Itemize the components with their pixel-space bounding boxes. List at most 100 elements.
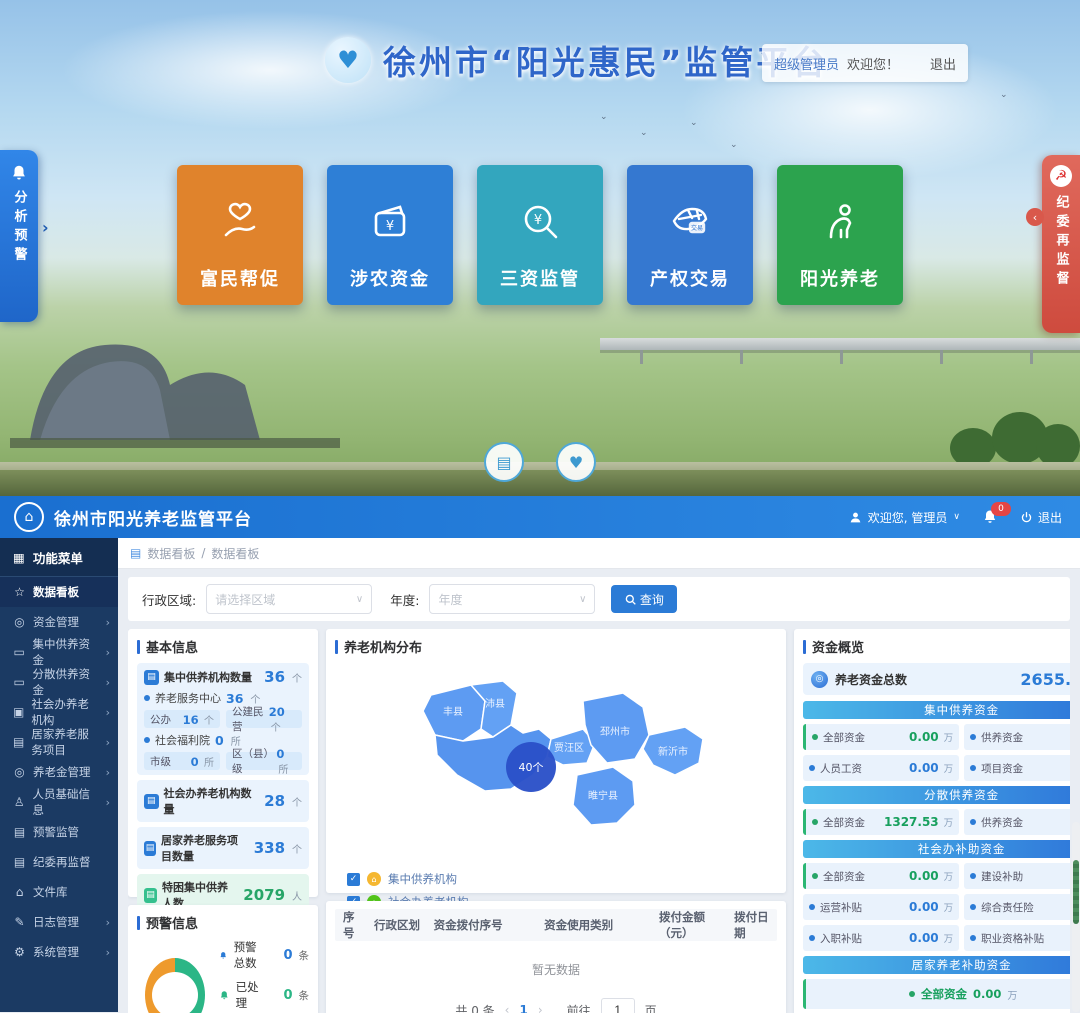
tile-label: 三资监管	[500, 265, 580, 291]
magnifier-yuan-icon: ¥	[514, 197, 566, 265]
heart-care-button[interactable]: ♥	[556, 442, 596, 482]
stat-label: 居家养老服务项目数量	[161, 832, 249, 864]
sidebar-item[interactable]: ▭ 集中供养资金 ›	[0, 637, 118, 667]
chip-row: 公办 16 个 公建民营 20 个	[144, 710, 302, 728]
table-header-cell: 资金拨付序号	[426, 917, 537, 933]
fund-stat: 入职补贴 0.00 万	[803, 925, 959, 951]
fund-label: 全部资金	[823, 815, 865, 830]
bullet-icon	[144, 737, 150, 743]
basic-info-panel: 基本信息 ▤ 集中供养机构数量 36 个 养老服务中心 36 个	[128, 629, 318, 897]
sidebar-item[interactable]: ▤ 纪委再监督	[0, 847, 118, 877]
bullet-icon	[970, 904, 976, 910]
total-label: 养老资金总数	[835, 671, 907, 688]
sidebar-item[interactable]: ▤ 居家养老服务项目 ›	[0, 727, 118, 757]
tile-shenong-zijin[interactable]: ¥ 涉农资金	[327, 165, 453, 305]
menu-item-icon: ▤	[13, 825, 26, 839]
bird: ⌄	[690, 118, 698, 128]
map-panel: 养老机构分布 40个	[326, 629, 786, 893]
id-card-button[interactable]: ▤	[484, 442, 524, 482]
hero-user-box: 超级管理员 欢迎您！ 退出	[762, 44, 968, 82]
logout-button[interactable]: 退出	[1020, 509, 1062, 526]
table-header-cell: 拨付日期	[726, 909, 777, 941]
stat-chip: 市级 0 所	[144, 752, 220, 770]
tile-sanzi-jianguan[interactable]: ¥ 三资监管	[477, 165, 603, 305]
jiwei-supervision-tab[interactable]: ☭ 纪委再监督	[1042, 155, 1080, 333]
year-select[interactable]: 年度 ∨	[429, 584, 595, 614]
tile-chanquan-jiaoyi[interactable]: 交易 产权交易	[627, 165, 753, 305]
platform-logo-icon: ♥	[325, 37, 371, 83]
sidebar-item[interactable]: ⌂ 文件库	[0, 877, 118, 907]
goto-label: 前往	[567, 1002, 591, 1013]
fund-stat: 供养资金 0.00 万	[964, 809, 1070, 835]
stat-block-jujia: ▤ 居家养老服务项目数量 338 个	[137, 827, 309, 869]
sidebar-item[interactable]: ▤ 预警监管	[0, 817, 118, 847]
search-button[interactable]: 查询	[611, 585, 677, 613]
table-header-row: 序号行政区划资金拨付序号资金使用类别拨付金额（元）拨付日期	[335, 909, 777, 941]
panel-title: 资金概览	[803, 637, 1070, 656]
building-silhouette	[10, 290, 340, 460]
fund-unit: 万	[944, 761, 954, 775]
sidebar-item[interactable]: ▭ 分散供养资金 ›	[0, 667, 118, 697]
dashboard-header: ⌂ 徐州市阳光养老监管平台 欢迎您, 管理员 ∨ 0 退出	[0, 496, 1080, 538]
menu-item-icon: ▤	[13, 735, 24, 749]
doc-icon: ▤	[144, 670, 159, 685]
map-legend-item[interactable]: ✓ ⌂ 集中供养机构	[347, 871, 777, 887]
sidebar-item[interactable]: ☆ 数据看板	[0, 577, 118, 607]
tile-yangguang-yanglao[interactable]: 阳光养老	[777, 165, 903, 305]
menu-item-icon: ⌂	[13, 885, 26, 899]
fund-label: 项目资金	[981, 761, 1023, 776]
bell-badge: 0	[991, 502, 1011, 516]
main-content: ▤ 数据看板 / 数据看板 行政区域: 请选择区域 ∨ 年度: 年度 ∨ 查询 …	[118, 538, 1080, 1012]
warning-stat-label: 预警总数	[234, 939, 264, 971]
chevron-left-icon[interactable]: ‹	[1026, 208, 1044, 226]
bridge	[600, 338, 1080, 350]
tile-fumin-bangcu[interactable]: 富民帮促	[177, 165, 303, 305]
checkbox-checked-icon[interactable]: ✓	[347, 873, 360, 886]
bullet-icon	[970, 734, 976, 740]
middle-column: 养老机构分布 40个	[326, 629, 786, 1013]
sidebar-item[interactable]: ✎ 日志管理 ›	[0, 907, 118, 937]
sidebar-item[interactable]: ◎ 养老金管理 ›	[0, 757, 118, 787]
stat-block-shehui: ▤ 社会办养老机构数量 28 个	[137, 780, 309, 822]
fund-label: 综合责任险	[981, 900, 1034, 915]
menu-item-icon: ▭	[13, 675, 25, 689]
scrollbar-track[interactable]	[1072, 822, 1080, 1012]
sidebar-item[interactable]: ♙ 人员基础信息 ›	[0, 787, 118, 817]
fund-label: 运营补贴	[820, 900, 862, 915]
region-select[interactable]: 请选择区域 ∨	[206, 584, 372, 614]
goto-page-input[interactable]	[601, 998, 635, 1013]
year-placeholder: 年度	[438, 591, 462, 608]
chip-unit: 个	[271, 723, 281, 734]
power-icon	[1020, 511, 1033, 524]
bullet-icon	[809, 935, 815, 941]
sidebar-item[interactable]: ▣ 社会办养老机构 ›	[0, 697, 118, 727]
svg-text:贾汪区: 贾汪区	[554, 742, 584, 754]
stat-chip: 区（县）级 0 所	[226, 752, 302, 770]
svg-text:沛县: 沛县	[485, 697, 505, 710]
user-role: 超级管理员	[774, 54, 839, 73]
chevron-right-icon: ›	[106, 796, 118, 809]
menu-item-label: 集中供养资金	[32, 636, 98, 668]
breadcrumb-first[interactable]: 数据看板	[147, 545, 195, 562]
fund-label: 入职补贴	[820, 931, 862, 946]
chevron-right-icon[interactable]: ›	[42, 218, 49, 237]
chip-label: 区（县）级	[232, 746, 276, 776]
bell-icon	[219, 989, 229, 1002]
section-header-jujia: 居家养老补助资金	[803, 956, 1070, 974]
category-pin-icon: ⌂	[367, 872, 381, 886]
user-menu[interactable]: 欢迎您, 管理员 ∨	[849, 509, 960, 526]
sidebar-item[interactable]: ◎ 资金管理 ›	[0, 607, 118, 637]
fund-stat: 职业资格补贴 0.00 万	[964, 925, 1070, 951]
menu-item-icon: ◎	[13, 765, 26, 779]
menu-header-label: 功能菜单	[33, 548, 83, 567]
bird: ⌄	[600, 112, 608, 122]
bullet-icon	[809, 904, 815, 910]
analysis-warning-tab[interactable]: 分析预警	[0, 150, 38, 322]
scrollbar-thumb[interactable]	[1073, 860, 1079, 924]
fund-label: 建设补助	[981, 869, 1023, 884]
logout-button[interactable]: 退出	[930, 54, 956, 73]
chevron-right-icon: ›	[106, 946, 118, 959]
doc-icon: ▤	[144, 841, 156, 856]
sidebar-item[interactable]: ⚙ 系统管理 ›	[0, 937, 118, 967]
notification-bell[interactable]: 0	[982, 509, 998, 525]
